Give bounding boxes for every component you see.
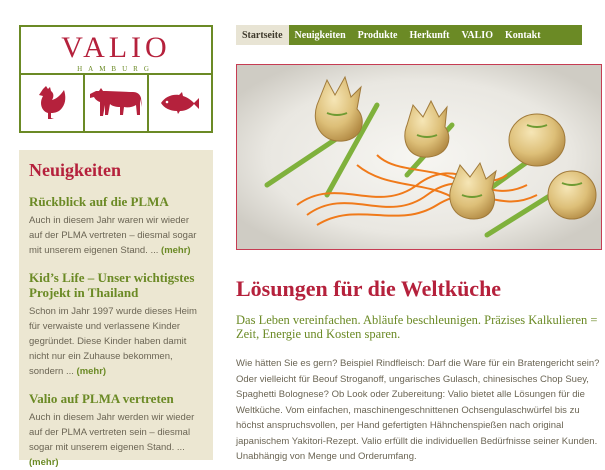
- news-item: Rückblick auf die PLMA Auch in diesem Ja…: [29, 194, 203, 258]
- more-link[interactable]: (mehr): [161, 245, 191, 256]
- nav-item-produkte[interactable]: Produkte: [352, 25, 404, 45]
- logo-subtitle: HAMBURG: [77, 65, 155, 73]
- news-text: Auch in diesem Jahr werden wir wieder au…: [29, 412, 195, 453]
- more-link[interactable]: (mehr): [77, 366, 107, 377]
- news-text: Schon im Jahr 1997 wurde dieses Heim für…: [29, 306, 197, 377]
- news-item: Kid’s Life – Unser wichtigstes Projekt i…: [29, 270, 203, 379]
- sidebar-heading: Neuigkeiten: [29, 160, 121, 180]
- main-nav: Startseite Neuigkeiten Produkte Herkunft…: [236, 25, 582, 45]
- news-sidebar: Neuigkeiten Rückblick auf die PLMA Auch …: [19, 150, 213, 468]
- nav-item-herkunft[interactable]: Herkunft: [403, 25, 455, 45]
- news-title-link[interactable]: Rückblick auf die PLMA: [29, 194, 203, 209]
- body-text: Wie hätten Sie es gern? Beispiel Rindfle…: [236, 358, 600, 462]
- cow-icon: [90, 88, 142, 116]
- logo-title: VALIO: [61, 31, 171, 64]
- lead-text: Das Leben vereinfachen. Abläufe beschleu…: [236, 313, 598, 341]
- fish-icon: [161, 92, 199, 114]
- nav-item-valio[interactable]: VALIO: [455, 25, 499, 45]
- news-title-link[interactable]: Kid’s Life – Unser wichtigstes Projekt i…: [29, 270, 203, 300]
- chicken-icon: [39, 86, 66, 119]
- page-title: Lösungen für die Weltküche: [236, 276, 502, 301]
- news-item: Valio auf PLMA vertreten Auch in diesem …: [29, 391, 203, 470]
- hero-image: [236, 64, 602, 250]
- news-title-link[interactable]: Valio auf PLMA vertreten: [29, 391, 203, 406]
- more-link[interactable]: (mehr): [29, 457, 59, 468]
- nav-item-kontakt[interactable]: Kontakt: [499, 25, 547, 45]
- logo[interactable]: VALIO HAMBURG: [19, 25, 213, 133]
- nav-item-neuigkeiten[interactable]: Neuigkeiten: [289, 25, 352, 45]
- nav-item-startseite[interactable]: Startseite: [236, 25, 289, 45]
